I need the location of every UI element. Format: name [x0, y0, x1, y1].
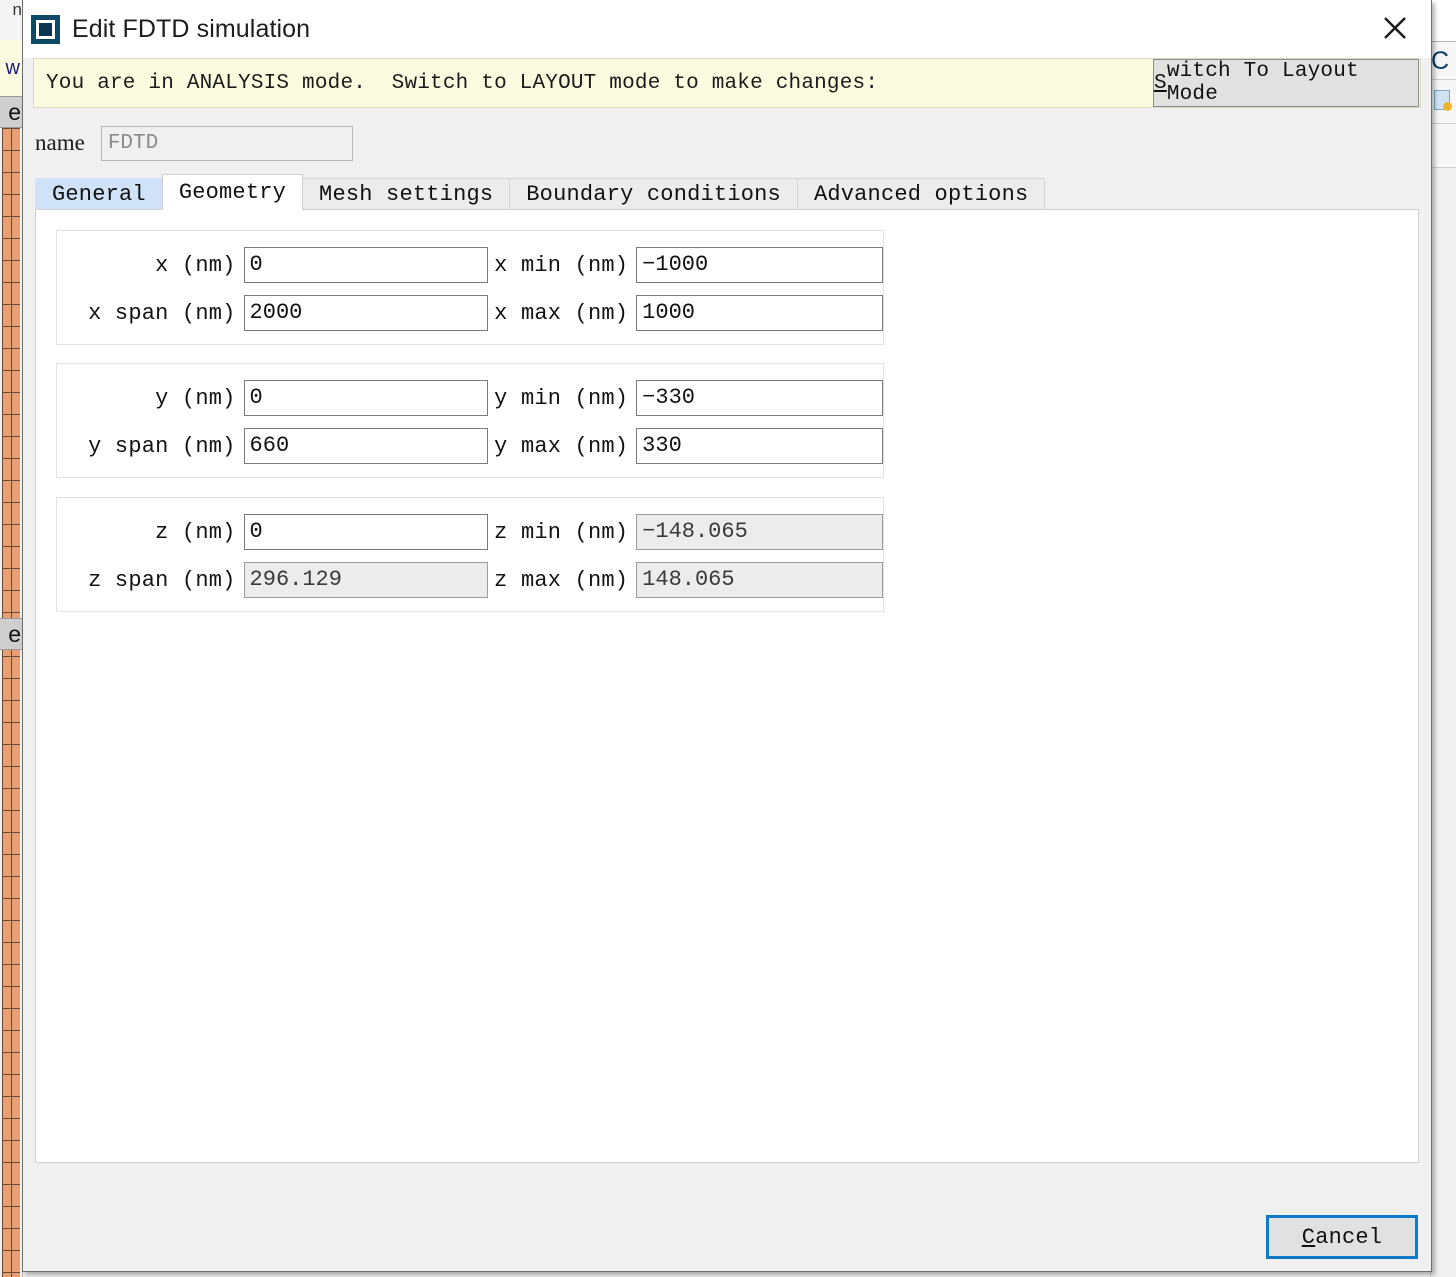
- dialog-titlebar: Edit FDTD simulation: [23, 0, 1431, 58]
- background-top-sliver: n: [0, 0, 22, 41]
- fdtd-app-icon: [31, 15, 60, 44]
- background-right-row-1: [1430, 0, 1456, 42]
- tab-advanced-options[interactable]: Advanced options: [797, 178, 1045, 210]
- x-span-label: x span (nm): [57, 301, 236, 326]
- document-icon: [1434, 90, 1450, 110]
- z-max-input: 148.065: [636, 562, 883, 598]
- y-max-label: y max (nm): [488, 434, 628, 459]
- z-span-label: z span (nm): [57, 568, 236, 593]
- background-note-label: w: [0, 40, 22, 96]
- x-label: x (nm): [57, 253, 236, 278]
- background-left-panel: n w e e: [0, 0, 23, 1277]
- z-max-label: z max (nm): [488, 568, 628, 593]
- y-min-label: y min (nm): [488, 386, 628, 411]
- cancel-button[interactable]: Cancel: [1266, 1215, 1418, 1259]
- y-max-input[interactable]: 330: [636, 428, 883, 464]
- x-max-label: x max (nm): [488, 301, 628, 326]
- geometry-tab-panel: x (nm) 0 x min (nm) −1000 x span (nm) 20…: [35, 209, 1419, 1163]
- background-right-letter: C: [1430, 42, 1456, 80]
- y-span-label: y span (nm): [57, 434, 236, 459]
- background-chip-2: e: [0, 618, 22, 650]
- y-label: y (nm): [57, 386, 236, 411]
- background-right-row-4: [1430, 124, 1456, 168]
- z-input[interactable]: 0: [244, 514, 489, 550]
- tab-strip: General Geometry Mesh settings Boundary …: [35, 176, 1431, 210]
- cancel-button-label: ancel: [1315, 1225, 1382, 1250]
- name-input[interactable]: FDTD: [101, 126, 353, 161]
- tab-geometry[interactable]: Geometry: [162, 174, 303, 210]
- tab-mesh-settings[interactable]: Mesh settings: [302, 178, 510, 210]
- x-geometry-group: x (nm) 0 x min (nm) −1000 x span (nm) 20…: [56, 230, 884, 345]
- close-icon[interactable]: [1371, 4, 1419, 52]
- switch-to-layout-mode-button[interactable]: Switch To Layout Mode: [1153, 59, 1419, 107]
- background-right-panel: C: [1430, 0, 1456, 1277]
- z-span-row: z span (nm) 296.129 z max (nm) 148.065: [57, 560, 883, 600]
- edit-fdtd-simulation-dialog: Edit FDTD simulation You are in ANALYSIS…: [22, 0, 1432, 1272]
- y-min-input[interactable]: −330: [636, 380, 883, 416]
- background-right-row-3: [1430, 80, 1456, 124]
- name-row: name FDTD: [23, 118, 1431, 168]
- x-min-label: x min (nm): [488, 253, 628, 278]
- background-right-row-5: [1430, 168, 1456, 1277]
- name-label: name: [35, 130, 85, 156]
- y-center-row: y (nm) 0 y min (nm) −330: [57, 378, 883, 418]
- cancel-button-accel: C: [1302, 1225, 1315, 1250]
- x-span-input[interactable]: 2000: [244, 295, 489, 331]
- background-right-row-2: C: [1430, 42, 1456, 80]
- x-min-input[interactable]: −1000: [636, 247, 883, 283]
- dialog-footer: Cancel: [23, 1187, 1431, 1271]
- y-span-input[interactable]: 660: [244, 428, 489, 464]
- y-span-row: y span (nm) 660 y max (nm) 330: [57, 426, 883, 466]
- x-center-row: x (nm) 0 x min (nm) −1000: [57, 245, 883, 285]
- z-min-label: z min (nm): [488, 520, 628, 545]
- switch-button-label: witch To Layout Mode: [1167, 60, 1418, 106]
- tab-boundary-conditions[interactable]: Boundary conditions: [509, 178, 798, 210]
- x-span-row: x span (nm) 2000 x max (nm) 1000: [57, 293, 883, 333]
- analysis-mode-banner: You are in ANALYSIS mode. Switch to LAYO…: [33, 58, 1421, 108]
- switch-button-accel: S: [1154, 72, 1167, 95]
- z-label: z (nm): [57, 520, 236, 545]
- background-note: w: [0, 40, 22, 97]
- background-chip-1: e: [0, 96, 22, 128]
- background-spreadsheet-grid: [2, 128, 20, 1277]
- analysis-mode-message: You are in ANALYSIS mode. Switch to LAYO…: [34, 72, 878, 95]
- z-geometry-group: z (nm) 0 z min (nm) −148.065 z span (nm)…: [56, 497, 884, 612]
- z-min-input: −148.065: [636, 514, 883, 550]
- x-max-input[interactable]: 1000: [636, 295, 883, 331]
- z-center-row: z (nm) 0 z min (nm) −148.065: [57, 512, 883, 552]
- x-input[interactable]: 0: [244, 247, 489, 283]
- tab-general[interactable]: General: [35, 178, 163, 210]
- y-input[interactable]: 0: [244, 380, 489, 416]
- y-geometry-group: y (nm) 0 y min (nm) −330 y span (nm) 660…: [56, 363, 884, 478]
- z-span-input: 296.129: [244, 562, 489, 598]
- dialog-title: Edit FDTD simulation: [72, 15, 310, 44]
